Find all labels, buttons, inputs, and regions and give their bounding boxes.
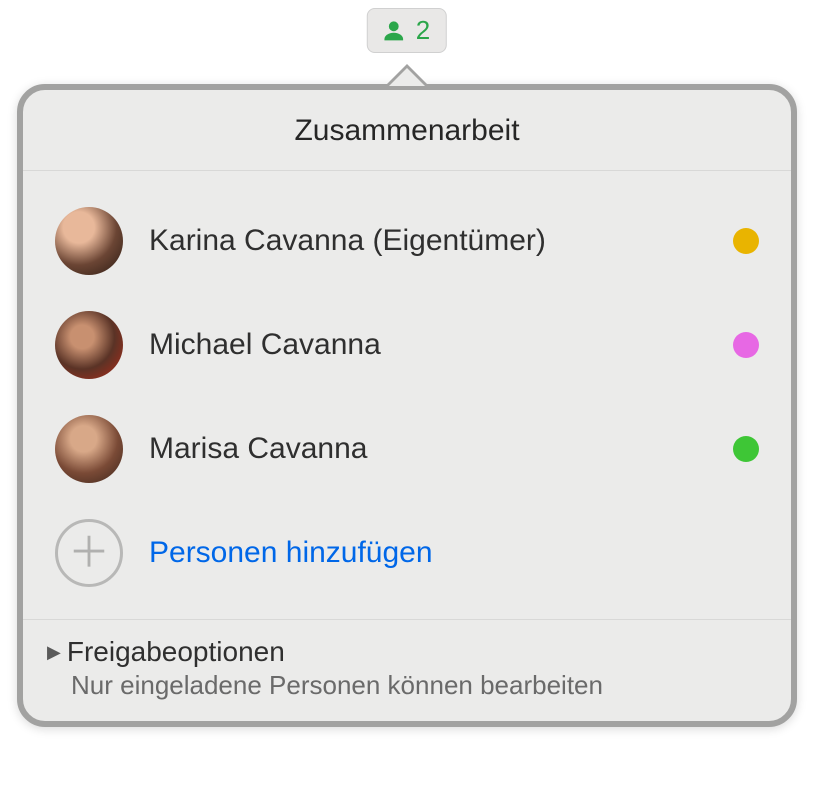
avatar [55, 207, 123, 275]
participant-name: Marisa Cavanna [149, 432, 707, 466]
participant-row[interactable]: Marisa Cavanna [55, 397, 759, 501]
add-people-button[interactable]: ＋ Personen hinzufügen [55, 501, 759, 609]
popover-header: Zusammenarbeit [23, 90, 791, 171]
popover-body: Zusammenarbeit Karina Cavanna (Eigentüme… [17, 84, 797, 727]
share-options-title: Freigabeoptionen [67, 636, 285, 668]
participant-name: Michael Cavanna [149, 328, 707, 362]
presence-dot [733, 436, 759, 462]
share-options-section[interactable]: ▶ Freigabeoptionen Nur eingeladene Perso… [23, 619, 791, 721]
collaboration-popover: Zusammenarbeit Karina Cavanna (Eigentüme… [17, 62, 797, 727]
plus-circle-icon: ＋ [55, 519, 123, 587]
avatar [55, 311, 123, 379]
presence-dot [733, 332, 759, 358]
add-people-label: Personen hinzufügen [149, 536, 433, 570]
popover-caret-fill [389, 68, 425, 86]
participants-list: Karina Cavanna (Eigentümer) Michael Cava… [23, 171, 791, 619]
share-options-subtitle: Nur eingeladene Personen können bearbeit… [71, 670, 767, 701]
popover-title: Zusammenarbeit [23, 114, 791, 148]
disclosure-triangle-icon: ▶ [47, 642, 61, 663]
collaboration-toolbar-button[interactable]: 2 [367, 8, 447, 53]
participant-row[interactable]: Karina Cavanna (Eigentümer) [55, 189, 759, 293]
avatar [55, 415, 123, 483]
presence-dot [733, 228, 759, 254]
collaborator-count: 2 [416, 15, 430, 46]
person-icon [380, 17, 408, 45]
participant-name: Karina Cavanna (Eigentümer) [149, 224, 707, 258]
share-options-header: ▶ Freigabeoptionen [47, 636, 767, 668]
plus-icon: ＋ [68, 532, 110, 574]
participant-row[interactable]: Michael Cavanna [55, 293, 759, 397]
